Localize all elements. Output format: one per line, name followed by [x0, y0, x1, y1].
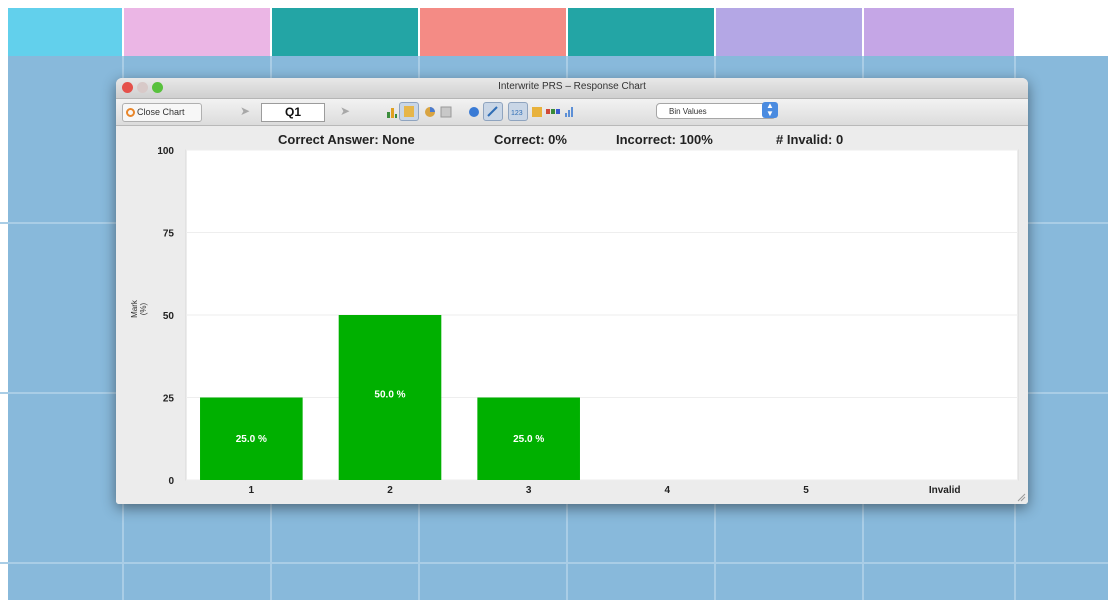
x-tick-label: Invalid [929, 485, 961, 496]
y-tick-label: 100 [157, 146, 174, 157]
response-chart-window: Interwrite PRS – Response Chart Close Ch… [116, 78, 1028, 504]
resize-grip-icon[interactable] [1016, 492, 1026, 502]
header-cell [272, 8, 418, 56]
y-tick-label: 25 [163, 394, 175, 405]
header-cell [8, 8, 122, 56]
header-cell [568, 8, 714, 56]
y-tick-label: 75 [163, 229, 175, 240]
y-tick-label: 50 [163, 311, 175, 322]
x-tick-label: 2 [387, 485, 393, 496]
header-cell [124, 8, 270, 56]
response-bar-chart: 0 25 50 75 100 25.0 % 1 50.0 % 2 25.0 % 3 4 5 Invalid [157, 146, 1019, 496]
y-tick-label: 0 [168, 476, 174, 487]
x-tick-label: 4 [665, 485, 671, 496]
bar-data-label: 50.0 % [374, 390, 405, 401]
x-tick-label: 1 [249, 485, 255, 496]
bar-data-label: 25.0 % [513, 434, 544, 445]
bar-data-label: 25.0 % [236, 434, 267, 445]
header-cell [716, 8, 862, 56]
x-tick-label: 5 [803, 485, 809, 496]
header-cell [420, 8, 566, 56]
grid-line [0, 562, 1108, 564]
x-tick-label: 3 [526, 485, 532, 496]
header-cell [864, 8, 1014, 56]
